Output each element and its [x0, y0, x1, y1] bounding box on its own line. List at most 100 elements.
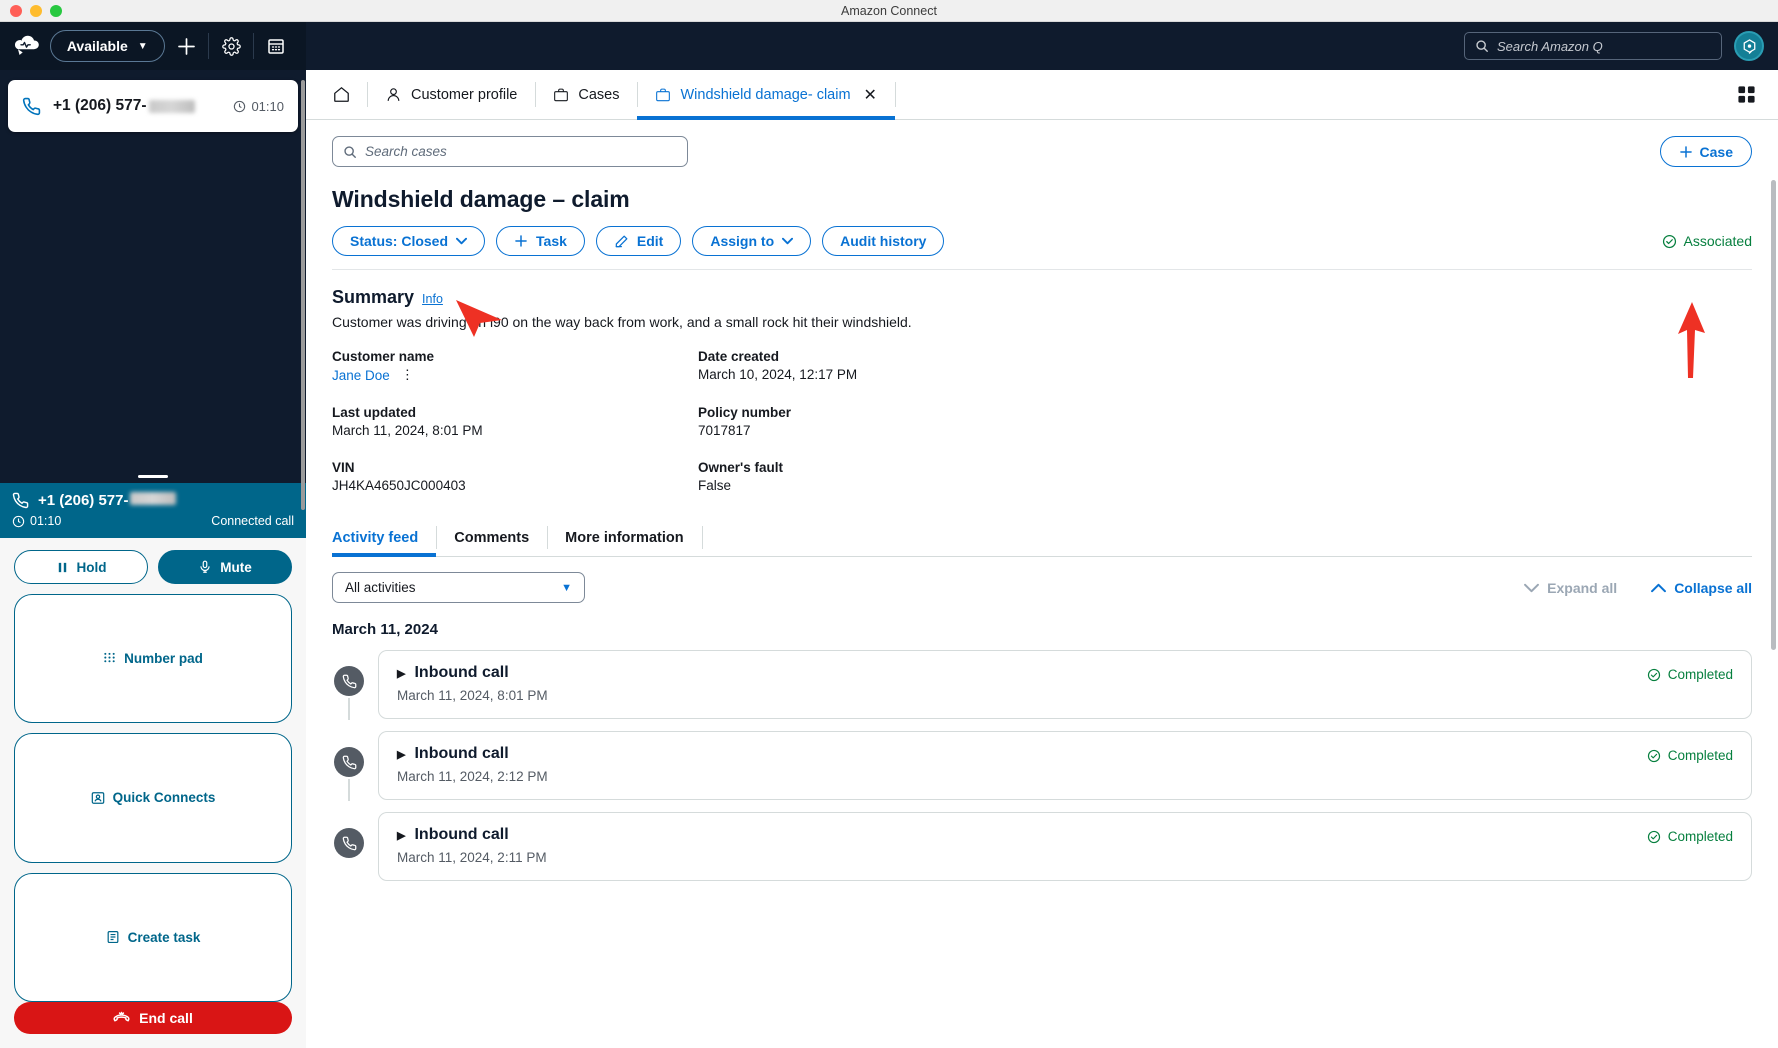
main-scrollbar[interactable]: [1771, 180, 1776, 650]
summary-text: Customer was driving on i90 on the way b…: [332, 314, 912, 330]
customer-name-link[interactable]: Jane Doe: [332, 368, 390, 383]
plus-icon: [515, 235, 527, 247]
global-top-bar: Search Amazon Q: [306, 22, 1778, 70]
search-cases-input[interactable]: Search cases: [332, 136, 688, 167]
clock-icon: [234, 100, 246, 112]
window-titlebar: Amazon Connect: [0, 0, 1778, 22]
audit-history-button[interactable]: Audit history: [822, 226, 945, 256]
settings-button[interactable]: [209, 22, 253, 70]
tab-label: Customer profile: [411, 86, 518, 103]
search-cases-placeholder: Search cases: [365, 144, 447, 159]
timeline-connector: [348, 779, 350, 801]
activity-filter-value: All activities: [345, 580, 416, 595]
activity-title: Inbound call: [414, 664, 509, 681]
gear-icon: [222, 36, 241, 56]
mute-button[interactable]: Mute: [158, 550, 292, 584]
contact-list-item[interactable]: +1 (206) 577- 01:10: [8, 80, 298, 132]
field-last-updated: Last updated March 11, 2024, 8:01 PM: [332, 405, 483, 438]
activity-filter-select[interactable]: All activities ▼: [332, 572, 585, 603]
active-call-banner: +1 (206) 577- 01:10 Connected call: [0, 483, 306, 538]
active-call-status-row: 01:10 Connected call: [12, 514, 294, 528]
activity-title: Inbound call: [414, 826, 509, 843]
end-call-area: End call: [0, 1002, 306, 1048]
activity-status-badge: Completed: [1647, 826, 1733, 844]
create-case-button[interactable]: Case: [1659, 136, 1752, 167]
activity-card[interactable]: ▶ Inbound call March 11, 2024, 8:01 PM C…: [378, 650, 1752, 719]
activity-date-group: March 11, 2024: [332, 621, 438, 638]
tab-comments[interactable]: Comments: [436, 519, 547, 556]
redacted-digits: [148, 99, 195, 113]
timeline-marker: [332, 812, 366, 858]
ccp-empty-space: [0, 132, 306, 469]
amazon-connect-cloud-logo-icon: [8, 35, 46, 57]
add-task-button[interactable]: Task: [496, 226, 585, 256]
activity-timestamp: March 11, 2024, 2:12 PM: [397, 769, 548, 784]
expand-all-button[interactable]: Expand all: [1524, 580, 1617, 596]
hold-button[interactable]: Hold: [14, 550, 148, 584]
plus-icon: [1679, 145, 1692, 158]
tab-activity-feed[interactable]: Activity feed: [332, 519, 437, 557]
triangle-right-icon[interactable]: ▶: [397, 748, 405, 761]
apps-grid-icon: [1738, 86, 1755, 103]
call-controls-panel: Hold Mute Number pad Quick Connects Crea…: [0, 538, 306, 1002]
phone-icon: [334, 828, 364, 858]
timeline-marker: [332, 650, 366, 720]
phone-icon: [334, 666, 364, 696]
search-icon: [1476, 40, 1488, 52]
window-title: Amazon Connect: [841, 3, 937, 18]
status-button[interactable]: Status: Closed: [332, 226, 486, 256]
check-circle-icon: [1662, 234, 1676, 248]
new-contact-button[interactable]: [165, 22, 209, 70]
tab-more-information[interactable]: More information: [547, 519, 701, 556]
plus-icon: [178, 37, 195, 55]
number-pad-button[interactable]: Number pad: [14, 594, 292, 724]
contact-timer: 01:10: [233, 99, 284, 114]
activity-card[interactable]: ▶ Inbound call March 11, 2024, 2:11 PM C…: [378, 812, 1752, 881]
scheduling-button[interactable]: [254, 22, 298, 70]
phone-icon: [22, 97, 41, 116]
ccp-scrollbar[interactable]: [301, 80, 305, 510]
activity-card[interactable]: ▶ Inbound call March 11, 2024, 2:12 PM C…: [378, 731, 1752, 800]
chevron-down-icon: ▼: [137, 40, 148, 52]
agent-status-selector[interactable]: Available ▼: [49, 30, 165, 62]
activity-status-badge: Completed: [1647, 745, 1733, 763]
tabbar-end-divider: [894, 82, 896, 107]
close-icon[interactable]: ✕: [864, 85, 877, 105]
activity-feed-item: ▶ Inbound call March 11, 2024, 2:12 PM C…: [332, 731, 1752, 801]
agent-status-label: Available: [66, 38, 128, 54]
triangle-right-icon[interactable]: ▶: [397, 829, 405, 842]
contact-control-panel: Available ▼ +1 (206) 577- 01:10 +1 (206)…: [0, 22, 306, 1048]
case-toolbar: Search cases Case: [332, 136, 1752, 167]
quick-connects-button[interactable]: Quick Connects: [14, 733, 292, 863]
amazon-q-search-input[interactable]: Search Amazon Q: [1464, 32, 1722, 60]
status-badge: Associated: [1662, 233, 1752, 249]
tab-home[interactable]: [324, 70, 367, 119]
assign-to-button[interactable]: Assign to: [692, 226, 812, 256]
amazon-q-avatar-icon[interactable]: [1734, 31, 1764, 61]
home-icon: [334, 86, 349, 102]
chevron-down-icon: [1524, 583, 1540, 592]
ccp-resize-handle[interactable]: [0, 469, 306, 483]
chevron-down-icon: ▼: [561, 581, 572, 594]
calendar-icon: [268, 39, 284, 54]
tab-cases[interactable]: Cases: [535, 70, 637, 119]
summary-info-link[interactable]: Info: [422, 292, 443, 306]
end-call-button[interactable]: End call: [14, 1002, 292, 1034]
collapse-all-button[interactable]: Collapse all: [1651, 580, 1752, 596]
clock-icon: [12, 515, 25, 527]
timeline-marker: [332, 731, 366, 801]
end-call-handset-icon: [113, 1011, 130, 1022]
tab-windshield-damage-claim[interactable]: Windshield damage- claim ✕: [637, 70, 896, 120]
active-call-number-row: +1 (206) 577-: [12, 492, 294, 509]
user-icon: [387, 88, 400, 101]
activity-feed-item: ▶ Inbound call March 11, 2024, 2:11 PM C…: [332, 812, 1752, 881]
triangle-right-icon[interactable]: ▶: [397, 667, 405, 680]
tab-customer-profile[interactable]: Customer profile: [367, 70, 535, 119]
apps-grid-button[interactable]: [1737, 70, 1778, 119]
edit-button[interactable]: Edit: [595, 226, 682, 256]
ccp-toolbar: Available ▼: [0, 22, 306, 70]
customer-name-options-icon[interactable]: ⋮: [401, 367, 415, 383]
create-task-button[interactable]: Create task: [14, 872, 292, 1002]
active-call-number: +1 (206) 577-: [38, 492, 177, 509]
redacted-digits: [130, 492, 177, 505]
